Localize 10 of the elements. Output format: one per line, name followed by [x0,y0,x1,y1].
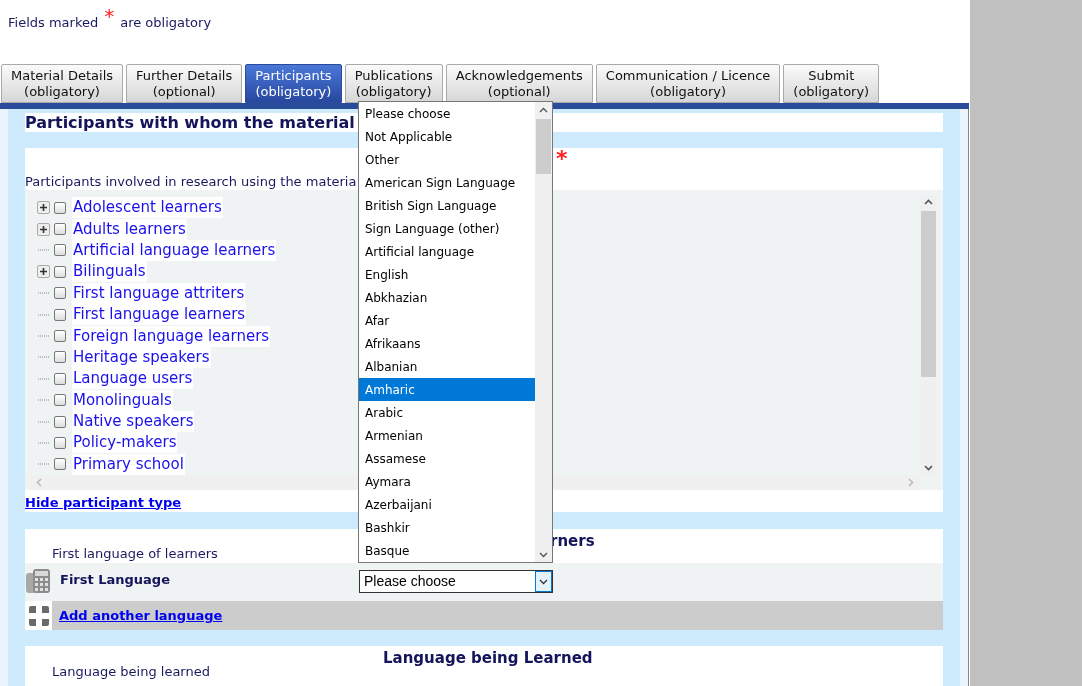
section-heading: Language being Learned [383,648,593,669]
field-label: Language being learned [52,664,210,680]
required-marker: * [104,6,115,26]
notice-text: Fields marked [8,14,99,32]
section-title: Participants with whom the material [25,111,355,134]
field-label: First language of learners [52,544,218,563]
field-label: Participants involved in research using the materia [25,174,357,190]
required-marker: * [556,148,568,170]
field-label: First Language [60,571,171,589]
notice-text: are obligatory [120,14,212,32]
